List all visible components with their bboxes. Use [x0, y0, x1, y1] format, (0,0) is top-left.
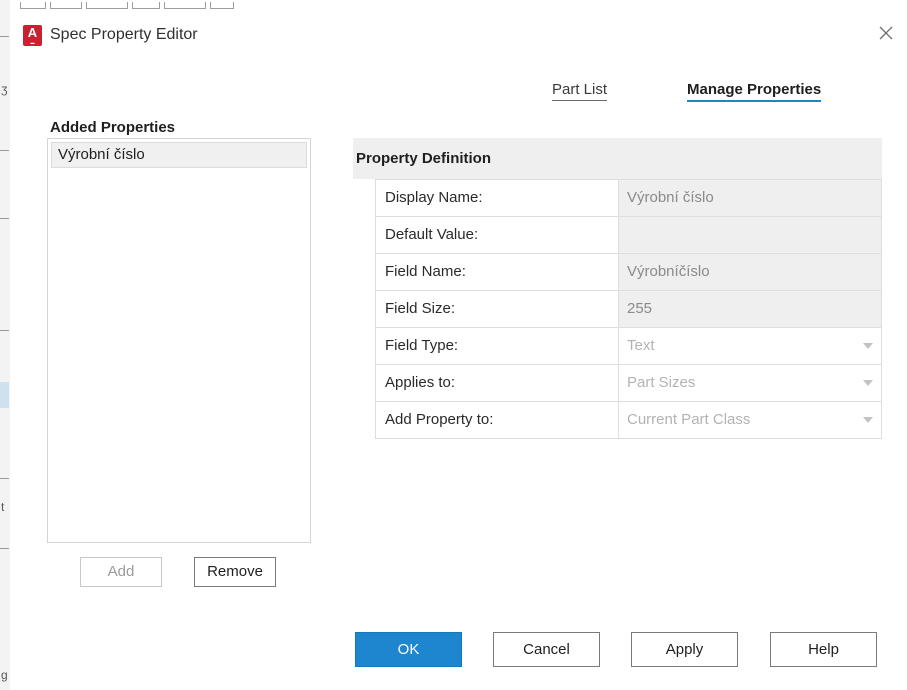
field-type-dropdown[interactable]: Text: [618, 328, 882, 364]
tab-manage-properties[interactable]: Manage Properties: [687, 81, 822, 102]
add-property-to-dropdown[interactable]: Current Part Class: [618, 402, 882, 438]
close-icon: [879, 26, 893, 40]
field-name-label: Field Name:: [375, 254, 618, 290]
field-size-field[interactable]: 255: [618, 291, 882, 327]
field-type-label: Field Type:: [375, 328, 618, 364]
background-glyph: ɡ: [1, 668, 8, 682]
applies-to-label: Applies to:: [375, 365, 618, 401]
field-size-label: Field Size:: [375, 291, 618, 327]
add-property-to-value: Current Part Class: [627, 411, 751, 428]
spec-property-editor-dialog: A ▬ Spec Property Editor Part List Manag…: [10, 12, 907, 690]
field-name-field[interactable]: Výrobníčíslo: [618, 254, 882, 290]
table-row: Applies to: Part Sizes: [375, 365, 882, 402]
table-row: Field Name: Výrobníčíslo: [375, 254, 882, 291]
add-property-to-label: Add Property to:: [375, 402, 618, 438]
table-row: Field Size: 255: [375, 291, 882, 328]
close-button[interactable]: [877, 24, 895, 42]
ok-button[interactable]: OK: [355, 632, 462, 667]
property-definition-header-bar: Property Definition: [353, 138, 882, 179]
chevron-down-icon: [863, 417, 873, 423]
title-bar: A ▬ Spec Property Editor: [10, 12, 907, 58]
field-type-value: Text: [627, 337, 655, 354]
property-grid: Display Name: Výrobní číslo Default Valu…: [375, 179, 882, 439]
apply-button[interactable]: Apply: [631, 632, 738, 667]
added-properties-list[interactable]: Výrobní číslo: [47, 138, 311, 543]
applies-to-dropdown[interactable]: Part Sizes: [618, 365, 882, 401]
background-glyph: ʒ: [1, 82, 8, 96]
screen: ʒ t ɡ A ▬ Spec Property Editor Part List…: [0, 0, 907, 690]
list-item[interactable]: Výrobní číslo: [51, 142, 307, 168]
display-name-field[interactable]: Výrobní číslo: [618, 180, 882, 216]
display-name-label: Display Name:: [375, 180, 618, 216]
app-icon-letter: A: [27, 25, 38, 40]
remove-button[interactable]: Remove: [194, 557, 276, 587]
cancel-button[interactable]: Cancel: [493, 632, 600, 667]
background-glyph: t: [1, 500, 5, 514]
autocad-app-icon: A ▬: [23, 25, 42, 46]
property-definition-title: Property Definition: [356, 150, 492, 167]
table-row: Add Property to: Current Part Class: [375, 402, 882, 439]
tab-part-list[interactable]: Part List: [552, 81, 608, 101]
chevron-down-icon: [863, 343, 873, 349]
window-title: Spec Property Editor: [50, 26, 198, 43]
applies-to-value: Part Sizes: [627, 374, 696, 391]
help-button[interactable]: Help: [770, 632, 877, 667]
added-properties-header: Added Properties: [50, 119, 176, 136]
chevron-down-icon: [863, 380, 873, 386]
table-row: Display Name: Výrobní číslo: [375, 179, 882, 217]
default-value-label: Default Value:: [375, 217, 618, 253]
table-row: Default Value:: [375, 217, 882, 254]
add-button[interactable]: Add: [80, 557, 162, 587]
table-row: Field Type: Text: [375, 328, 882, 365]
default-value-field[interactable]: [618, 217, 882, 253]
